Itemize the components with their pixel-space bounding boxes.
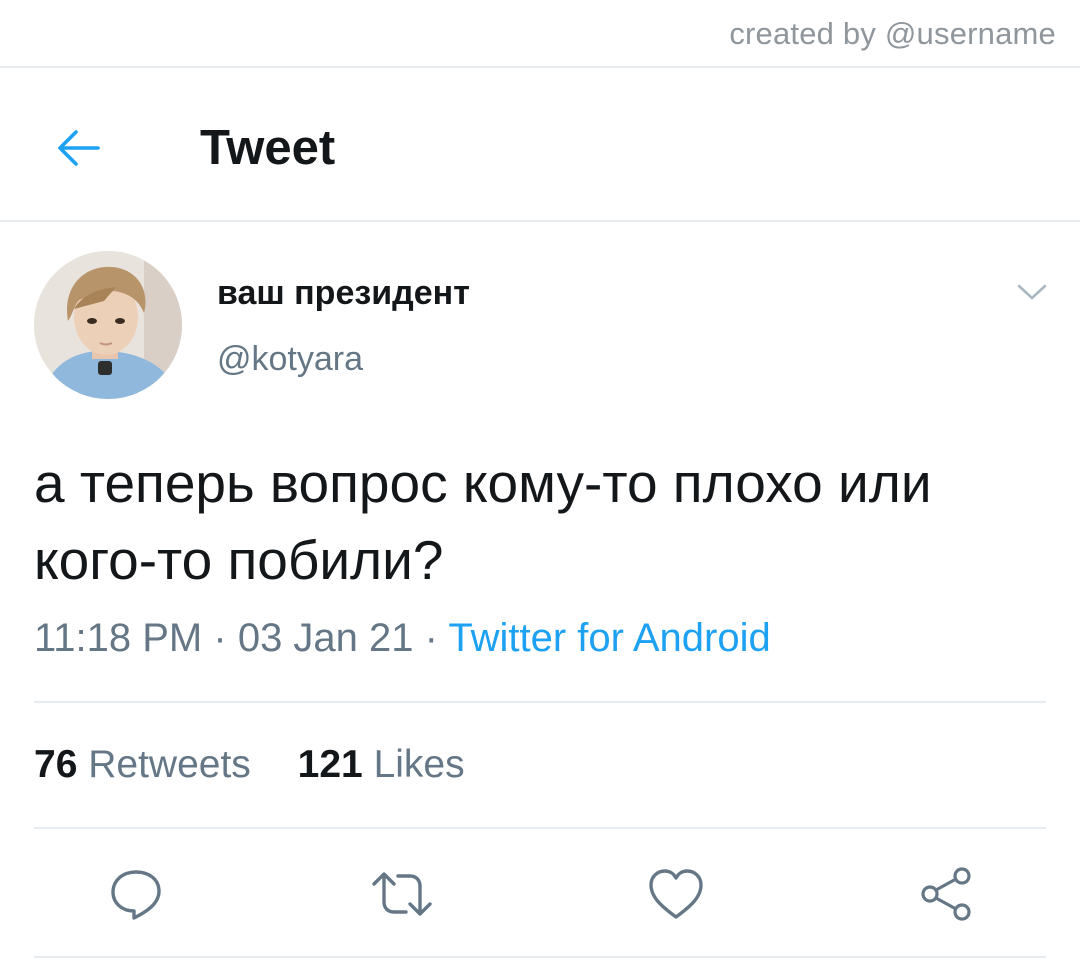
divider	[0, 66, 1080, 68]
divider	[34, 701, 1046, 703]
divider	[34, 827, 1046, 829]
credit-watermark: created by @username	[729, 16, 1056, 51]
tweet-detail-screen: created by @username Tweet ваш президент…	[0, 0, 1080, 976]
retweet-icon	[372, 872, 432, 916]
likes-label: Likes	[373, 743, 465, 786]
tweet-options-button[interactable]	[1010, 276, 1054, 308]
divider	[34, 956, 1046, 958]
author-handle[interactable]: @kotyara	[217, 340, 363, 379]
heart-icon	[649, 869, 703, 919]
retweets-label: Retweets	[88, 743, 251, 786]
page-title: Tweet	[200, 121, 336, 175]
likes-stat[interactable]: 121 Likes	[298, 743, 465, 787]
likes-count: 121	[297, 743, 363, 786]
avatar-image	[34, 251, 182, 399]
meta-separator: ·	[424, 616, 438, 660]
share-button[interactable]	[914, 862, 978, 926]
retweets-count: 76	[34, 743, 78, 786]
reply-bubble-icon	[111, 870, 161, 920]
chevron-down-icon	[1017, 284, 1047, 300]
like-button[interactable]	[644, 862, 708, 926]
meta-separator: ·	[213, 616, 227, 660]
retweet-button[interactable]	[370, 862, 434, 926]
tweet-meta: 11:18 PM · 03 Jan 21 · Twitter for Andro…	[34, 616, 771, 661]
tweet-text: а теперь вопрос кому-то плохо или кого-т…	[34, 452, 932, 591]
tweet-stats: 76 Retweets 121 Likes	[34, 743, 465, 787]
tweet-date: 03 Jan 21	[237, 616, 414, 660]
share-icon	[921, 867, 971, 921]
author-name[interactable]: ваш президент	[217, 274, 470, 313]
back-button[interactable]	[48, 118, 108, 178]
avatar[interactable]	[34, 251, 182, 399]
arrow-left-icon	[58, 130, 100, 166]
divider	[0, 220, 1080, 222]
tweet-time: 11:18 PM	[34, 616, 203, 660]
retweets-stat[interactable]: 76 Retweets	[34, 743, 251, 787]
tweet-source-link[interactable]: Twitter for Android	[448, 616, 770, 660]
reply-button[interactable]	[104, 862, 168, 926]
